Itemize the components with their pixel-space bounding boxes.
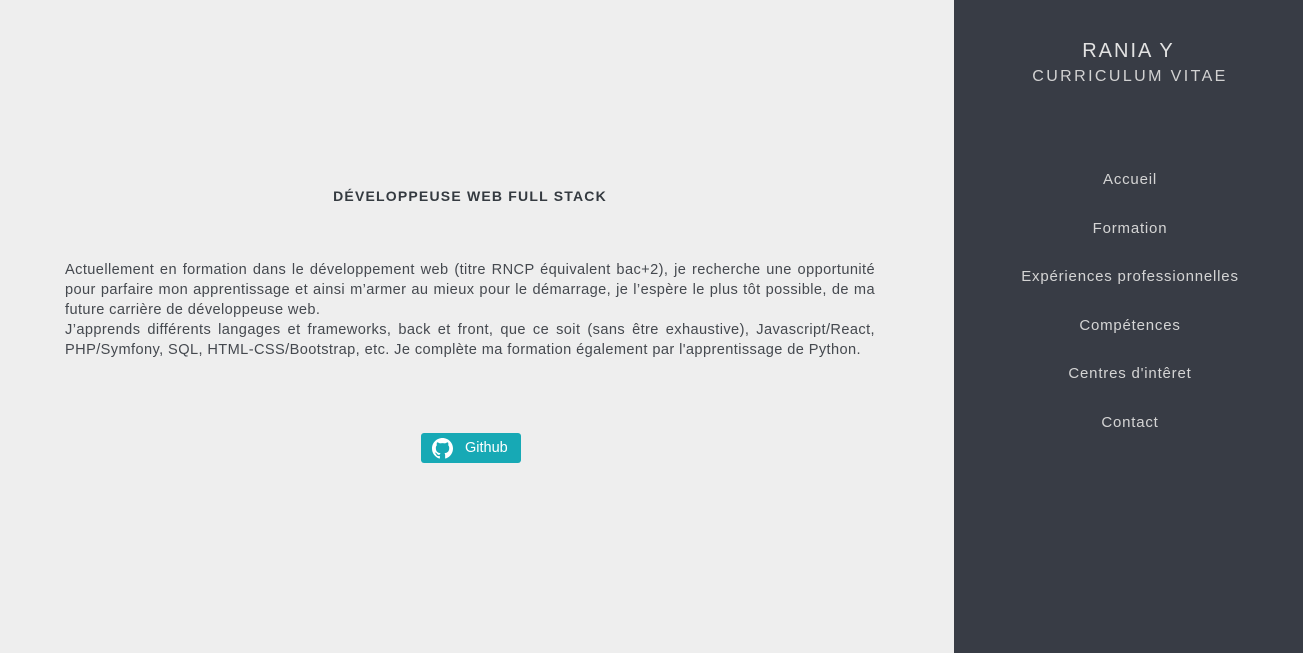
nav-item-experiences[interactable]: Expériences professionnelles: [954, 265, 1303, 314]
intro-paragraph: Actuellement en formation dans le dévelo…: [65, 262, 875, 318]
sidebar-nav: Accueil Formation Expériences profession…: [954, 168, 1303, 460]
intro-text: Actuellement en formation dans le dévelo…: [65, 260, 875, 360]
sidebar-subtitle: CURRICULUM VITAE: [1032, 68, 1228, 85]
sidebar-name[interactable]: RANIA Y: [954, 40, 1303, 63]
page: DÉVELOPPEUSE WEB FULL STACK Actuellement…: [0, 0, 1303, 653]
github-icon: [432, 437, 453, 459]
nav-item-accueil[interactable]: Accueil: [954, 168, 1303, 217]
github-button-label: Github: [465, 440, 508, 456]
github-button[interactable]: Github: [421, 433, 521, 463]
page-title: DÉVELOPPEUSE WEB FULL STACK: [333, 188, 607, 204]
nav-item-contact[interactable]: Contact: [954, 411, 1303, 460]
nav-item-formation[interactable]: Formation: [954, 217, 1303, 266]
sidebar: RANIA Y CURRICULUM VITAE Accueil Formati…: [954, 0, 1303, 653]
nav-item-competences[interactable]: Compétences: [954, 314, 1303, 363]
main-content: DÉVELOPPEUSE WEB FULL STACK Actuellement…: [0, 0, 954, 653]
nav-item-centres-interet[interactable]: Centres d'intêret: [954, 362, 1303, 411]
intro-paragraph: J’apprends différents langages et framew…: [65, 322, 875, 358]
